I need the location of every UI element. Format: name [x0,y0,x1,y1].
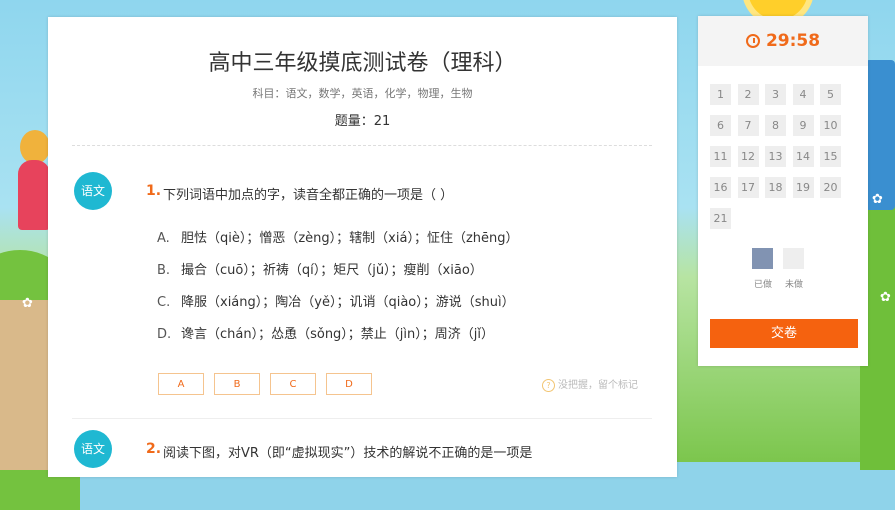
submit-button[interactable]: 交卷 [710,319,858,348]
question-nav-cell[interactable]: 18 [765,177,786,198]
question-nav-cell[interactable]: 7 [737,115,759,136]
question-nav-cell[interactable]: 5 [820,84,841,105]
countdown-timer: 29:58 [698,16,868,66]
exam-subjects: 科目：语文，数学，英语，化学，物理，生物 [252,87,473,100]
question-nav-cell[interactable]: 2 [737,84,759,105]
question-nav-cell[interactable]: 9 [792,115,814,136]
question-nav-cell[interactable]: 16 [710,177,731,198]
option-b: B. 撮合（cuō）；祈祷（qí）；矩尺（jǔ）；瘦削（xiāo） [157,259,483,278]
legend-todo-label: 未做 [785,280,804,290]
alarm-clock-icon [745,34,760,48]
question-text: 阅读下图，对VR（即“虚拟现实”）技术的解说不正确的是一项是 [163,446,533,461]
option-d: D. 谗言（chán）；怂恿（sǒng）；禁止（jìn）；周济（jǐ） [157,323,494,342]
question-nav-cell[interactable]: 17 [737,177,759,198]
option-a: A. 胆怯（qiè）；憎恶（zèng）；辖制（xiá）；怔住（zhēng） [157,227,519,246]
question-nav-cell[interactable]: 4 [792,84,814,105]
question-nav-cell[interactable]: 20 [820,177,841,198]
option-letter: B. [157,263,171,278]
question-nav-cell[interactable]: 6 [710,115,731,136]
question-nav-cell[interactable]: 10 [820,115,841,136]
answer-sheet-panel: 29:58 1 2 3 4 5 6 7 8 9 10 11 12 13 14 15 16 17 18 19 20 21 … [698,16,868,366]
option-letter: C. [157,295,171,310]
flower-icon: ✿ [880,290,891,305]
option-letter: D. [157,327,172,342]
answer-button-b[interactable]: B [214,373,260,395]
subject-badge: 语文 [74,172,112,210]
legend-done-swatch [752,248,773,269]
option-text: 降服（xiáng）；陶冶（yě）；讥诮（qiào）；游说（shuì） [181,295,515,310]
option-text: 撮合（cuō）；祈祷（qí）；矩尺（jǔ）；瘦削（xiāo） [181,263,483,278]
answer-button-c[interactable]: C [270,373,316,395]
question-nav-cell[interactable]: 12 [737,146,759,167]
question-nav-cell[interactable]: 21 [710,208,731,229]
question-count: 题量：21 [334,114,391,129]
option-letter: A. [157,231,170,246]
flower-icon: ✿ [22,296,33,311]
question-nav-cell[interactable]: 3 [765,84,786,105]
answer-button-a[interactable]: A [158,373,204,395]
girl-dress-decoration [18,160,50,230]
right-building-decoration [865,60,895,210]
question-mark-icon: ? [542,378,555,392]
header-divider [72,145,652,146]
legend-todo-swatch [783,248,804,269]
question-nav-cell[interactable]: 11 [710,146,731,167]
mark-question-link[interactable]: ? 没把握，留个标记 [542,376,638,392]
subject-badge: 语文 [74,430,112,468]
girl-head-decoration [20,130,50,164]
question-nav-cell[interactable]: 13 [765,146,786,167]
question-nav-cell[interactable]: 8 [765,115,786,136]
exam-title: 高中三年级摸底测试卷（理科） [208,51,517,76]
legend-done-label: 已做 [754,280,773,290]
flower-icon: ✿ [872,192,883,207]
question-nav-cell[interactable]: 1 [710,84,731,105]
question-nav-cell[interactable]: 19 [792,177,814,198]
question-number: 2. [146,441,162,457]
timer-value: 29:58 [765,31,821,51]
question-nav-cell[interactable]: 15 [820,146,841,167]
exam-paper: 高中三年级摸底测试卷（理科） 科目：语文，数学，英语，化学，物理，生物 题量：2… [48,17,677,477]
left-path-decoration [0,300,50,470]
question-text: 下列词语中加点的字，读音全都正确的一项是（ ） [163,188,454,203]
question-nav-cell[interactable]: 14 [792,146,814,167]
question-number: 1. [146,183,162,199]
question-divider [72,418,652,419]
option-text: 胆怯（qiè）；憎恶（zèng）；辖制（xiá）；怔住（zhēng） [181,231,519,246]
option-text: 谗言（chán）；怂恿（sǒng）；禁止（jìn）；周济（jǐ） [181,327,494,342]
answer-button-d[interactable]: D [326,373,372,395]
mark-tip-label: 没把握，留个标记 [558,380,638,391]
option-c: C. 降服（xiáng）；陶冶（yě）；讥诮（qiào）；游说（shuì） [157,291,515,310]
